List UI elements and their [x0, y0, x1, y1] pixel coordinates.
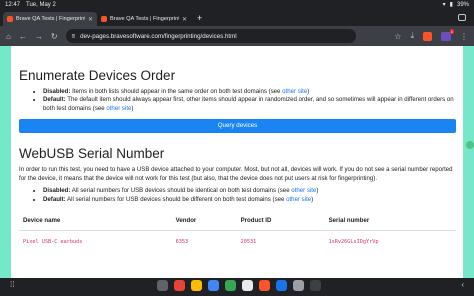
rewards-badge: 1	[449, 28, 454, 34]
back-icon[interactable]: ←	[19, 32, 27, 41]
section-title-enumerate: Enumerate Devices Order	[19, 68, 176, 83]
calendar-app-icon[interactable]	[174, 280, 185, 291]
chrome-app-icon[interactable]	[276, 280, 287, 291]
col-vendor: Vendor	[171, 213, 237, 232]
tab-strip: Brave QA Tests | Fingerprinting ✕ Brave …	[0, 9, 474, 26]
new-tab-icon[interactable]: +	[197, 13, 202, 23]
settings-app-icon[interactable]	[242, 280, 253, 291]
wifi-icon: ▾	[442, 2, 446, 8]
app-drawer-icon[interactable]	[157, 280, 168, 291]
cell-product-id: 20531	[240, 239, 257, 246]
files-app-icon[interactable]	[208, 280, 219, 291]
maps-app-icon[interactable]	[225, 280, 236, 291]
table-header-row: Device name Vendor Product ID Serial num…	[19, 213, 456, 232]
close-icon[interactable]: ✕	[88, 16, 93, 23]
list-item: Default: All serial numbers for USB devi…	[43, 196, 455, 204]
camera-app-icon[interactable]	[293, 280, 304, 291]
recent-app-icon[interactable]	[310, 280, 321, 291]
brave-favicon-icon	[101, 16, 107, 22]
status-time: 12:47	[5, 1, 21, 8]
tab-2[interactable]: Brave QA Tests | Fingerprinting ✕	[97, 12, 191, 26]
webusb-intro: In order to run this test, you need to h…	[19, 166, 453, 182]
table-row: Pixel USB-C earbuds 6353 20531 1sRv26GLs…	[19, 231, 456, 250]
other-site-link[interactable]: other site	[282, 88, 307, 95]
close-icon[interactable]: ✕	[182, 16, 187, 23]
brave-rewards-icon[interactable]: 1	[441, 28, 454, 41]
webusb-bullets: Disabled: All serial numbers for USB dev…	[19, 187, 455, 204]
brave-app-icon[interactable]	[259, 280, 270, 291]
tab-title: Brave QA Tests | Fingerprinting	[16, 16, 85, 22]
col-product-id: Product ID	[236, 213, 325, 232]
brave-favicon-icon	[7, 16, 13, 22]
tab-switcher-icon[interactable]	[458, 14, 466, 21]
app-dock	[157, 279, 321, 292]
list-item: Default: The default item should always …	[43, 96, 455, 113]
reload-icon[interactable]: ↻	[51, 32, 58, 41]
toolbar-actions: ☆ ⤓ 1 ⋮	[394, 28, 468, 41]
enumerate-bullets: Disabled: Items in both lists should app…	[19, 88, 455, 113]
status-date: Tue, May 2	[26, 1, 56, 8]
col-device-name: Device name	[19, 213, 172, 232]
other-site-link[interactable]: other site	[286, 196, 311, 203]
section-title-webusb: WebUSB Serial Number	[19, 146, 165, 162]
brave-shields-icon[interactable]	[423, 31, 432, 41]
col-serial-number: Serial number	[324, 213, 456, 232]
cell-device-name: Pixel USB-C earbuds	[23, 239, 83, 246]
download-icon[interactable]: ⤓	[410, 31, 414, 41]
cell-vendor: 6353	[175, 239, 189, 246]
tab-1[interactable]: Brave QA Tests | Fingerprinting ✕	[3, 12, 97, 26]
list-item: Disabled: All serial numbers for USB dev…	[43, 187, 455, 195]
url-text: dev-pages.bravesoftware.com/fingerprinti…	[80, 32, 237, 40]
browser-toolbar: ⌂ ← → ↻ ≡ dev-pages.bravesoftware.com/fi…	[0, 26, 474, 46]
signal-icon: ▮	[449, 2, 453, 8]
site-info-icon[interactable]: ≡	[72, 33, 76, 40]
query-devices-button[interactable]: Query devices	[19, 119, 456, 134]
cell-serial-number: 1sRv26GLsIDgYrVp	[328, 239, 379, 246]
other-site-link[interactable]: other site	[106, 105, 131, 112]
battery-level: 39%	[456, 1, 469, 8]
tab-title: Brave QA Tests | Fingerprinting	[110, 16, 179, 22]
status-right: ▾ ▮ 39%	[442, 1, 469, 9]
edge-panel-handle[interactable]	[466, 141, 474, 149]
address-bar[interactable]: ≡ dev-pages.bravesoftware.com/fingerprin…	[65, 29, 356, 43]
home-icon[interactable]: ⌂	[6, 32, 11, 41]
other-site-link[interactable]: other site	[291, 187, 316, 194]
bookmark-icon[interactable]: ☆	[394, 32, 401, 41]
list-item: Disabled: Items in both lists should app…	[43, 88, 455, 96]
web-page: Enumerate Devices Order Disabled: Items …	[11, 46, 463, 278]
status-bar: 12:47 Tue, May 2 ▾ ▮ 39%	[0, 0, 474, 9]
more-menu-icon[interactable]: ⋮	[460, 32, 468, 41]
notes-app-icon[interactable]	[191, 280, 202, 291]
forward-icon[interactable]: →	[35, 32, 43, 41]
usb-devices-table: Device name Vendor Product ID Serial num…	[19, 213, 456, 249]
